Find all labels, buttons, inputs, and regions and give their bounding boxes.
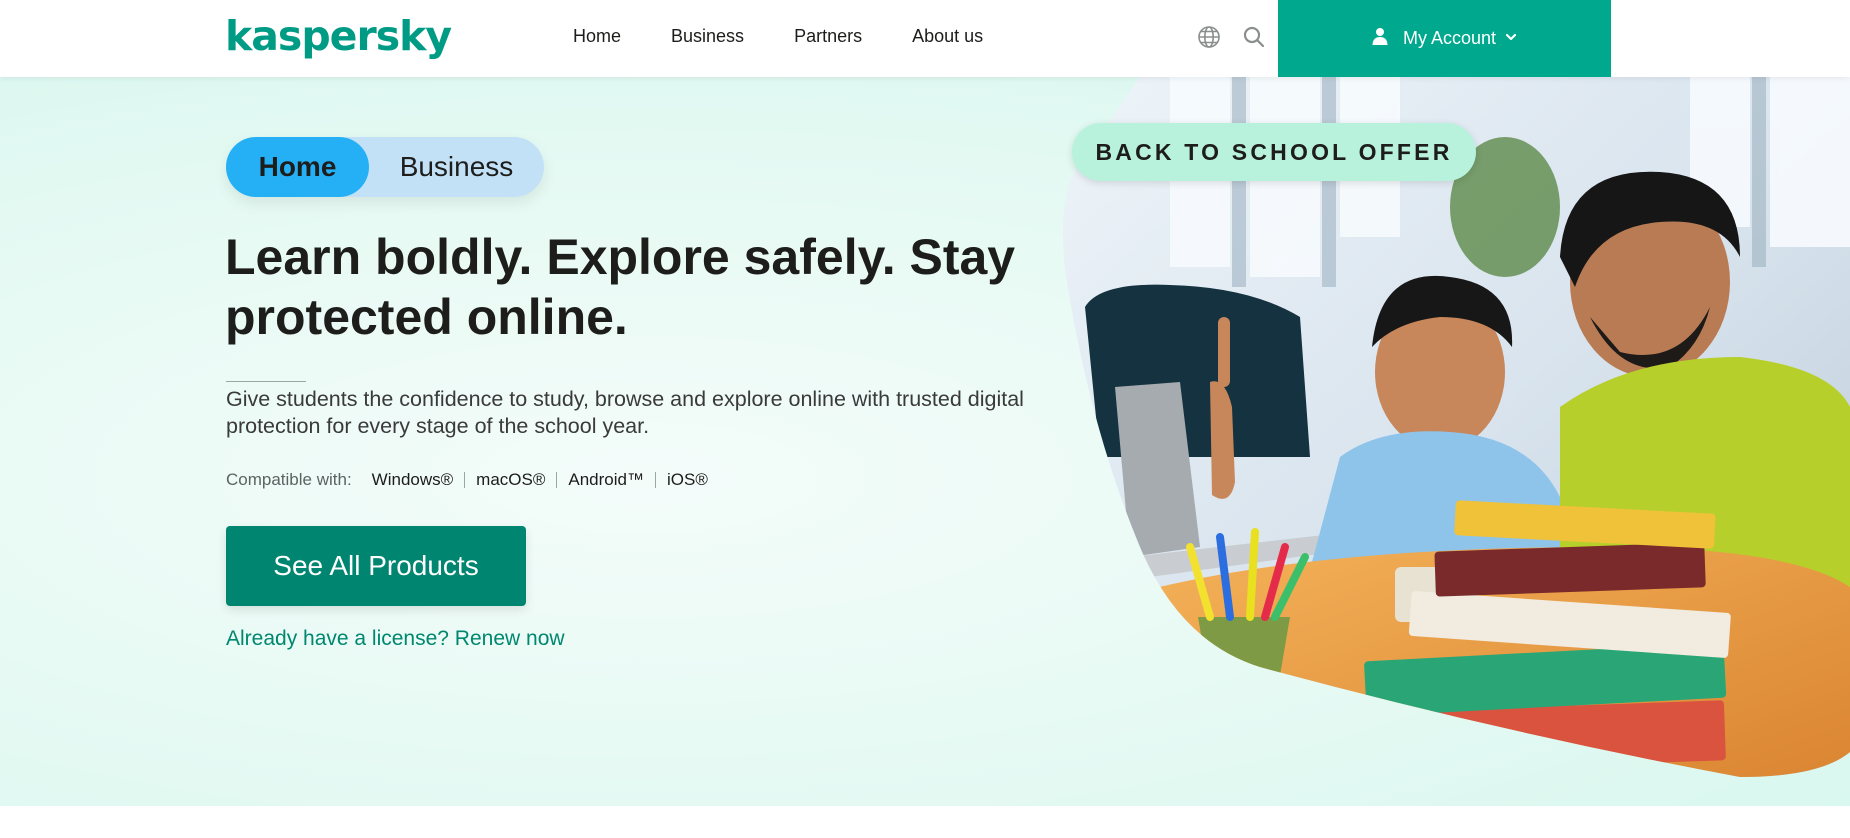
toggle-business[interactable]: Business	[369, 137, 544, 197]
kaspersky-logo[interactable]: kaspersky	[225, 12, 452, 60]
platform-android: Android™	[568, 470, 644, 489]
separator	[655, 472, 656, 488]
main-nav: Home Business Partners About us	[573, 24, 1033, 48]
nav-home[interactable]: Home	[573, 24, 621, 48]
chevron-down-icon	[1504, 28, 1518, 49]
globe-icon[interactable]	[1196, 24, 1222, 50]
toggle-home[interactable]: Home	[226, 137, 369, 197]
compatible-label: Compatible with:	[226, 470, 352, 489]
hero-description: Give students the confidence to study, b…	[226, 387, 1024, 438]
platform-windows: Windows®	[371, 470, 454, 489]
segment-toggle: Home Business	[226, 137, 544, 197]
back-to-school-badge: BACK TO SCHOOL OFFER	[1072, 123, 1476, 181]
site-header: kaspersky Home Business Partners About u…	[0, 0, 1850, 77]
separator	[464, 472, 466, 488]
page-bottom	[0, 806, 1850, 838]
nav-business[interactable]: Business	[671, 24, 744, 48]
my-account-button[interactable]: My Account	[1278, 0, 1611, 77]
hero-section: BACK TO SCHOOL OFFER Home Business Learn…	[0, 77, 1850, 806]
search-icon[interactable]	[1241, 24, 1267, 50]
separator	[556, 472, 558, 488]
platform-macos: macOS®	[476, 470, 546, 489]
see-all-products-button[interactable]: See All Products	[226, 526, 526, 606]
divider	[226, 381, 306, 382]
nav-about-us[interactable]: About us	[912, 24, 983, 48]
hero-headline: Learn boldly. Explore safely. Stay prote…	[225, 229, 1016, 345]
nav-partners[interactable]: Partners	[794, 24, 862, 48]
platform-ios: iOS®	[667, 470, 708, 489]
compatibility-list: Compatible with: Windows® macOS® Android…	[226, 470, 708, 490]
renew-license-link[interactable]: Already have a license? Renew now	[226, 627, 565, 651]
user-icon	[1371, 27, 1389, 50]
my-account-label: My Account	[1402, 28, 1497, 48]
